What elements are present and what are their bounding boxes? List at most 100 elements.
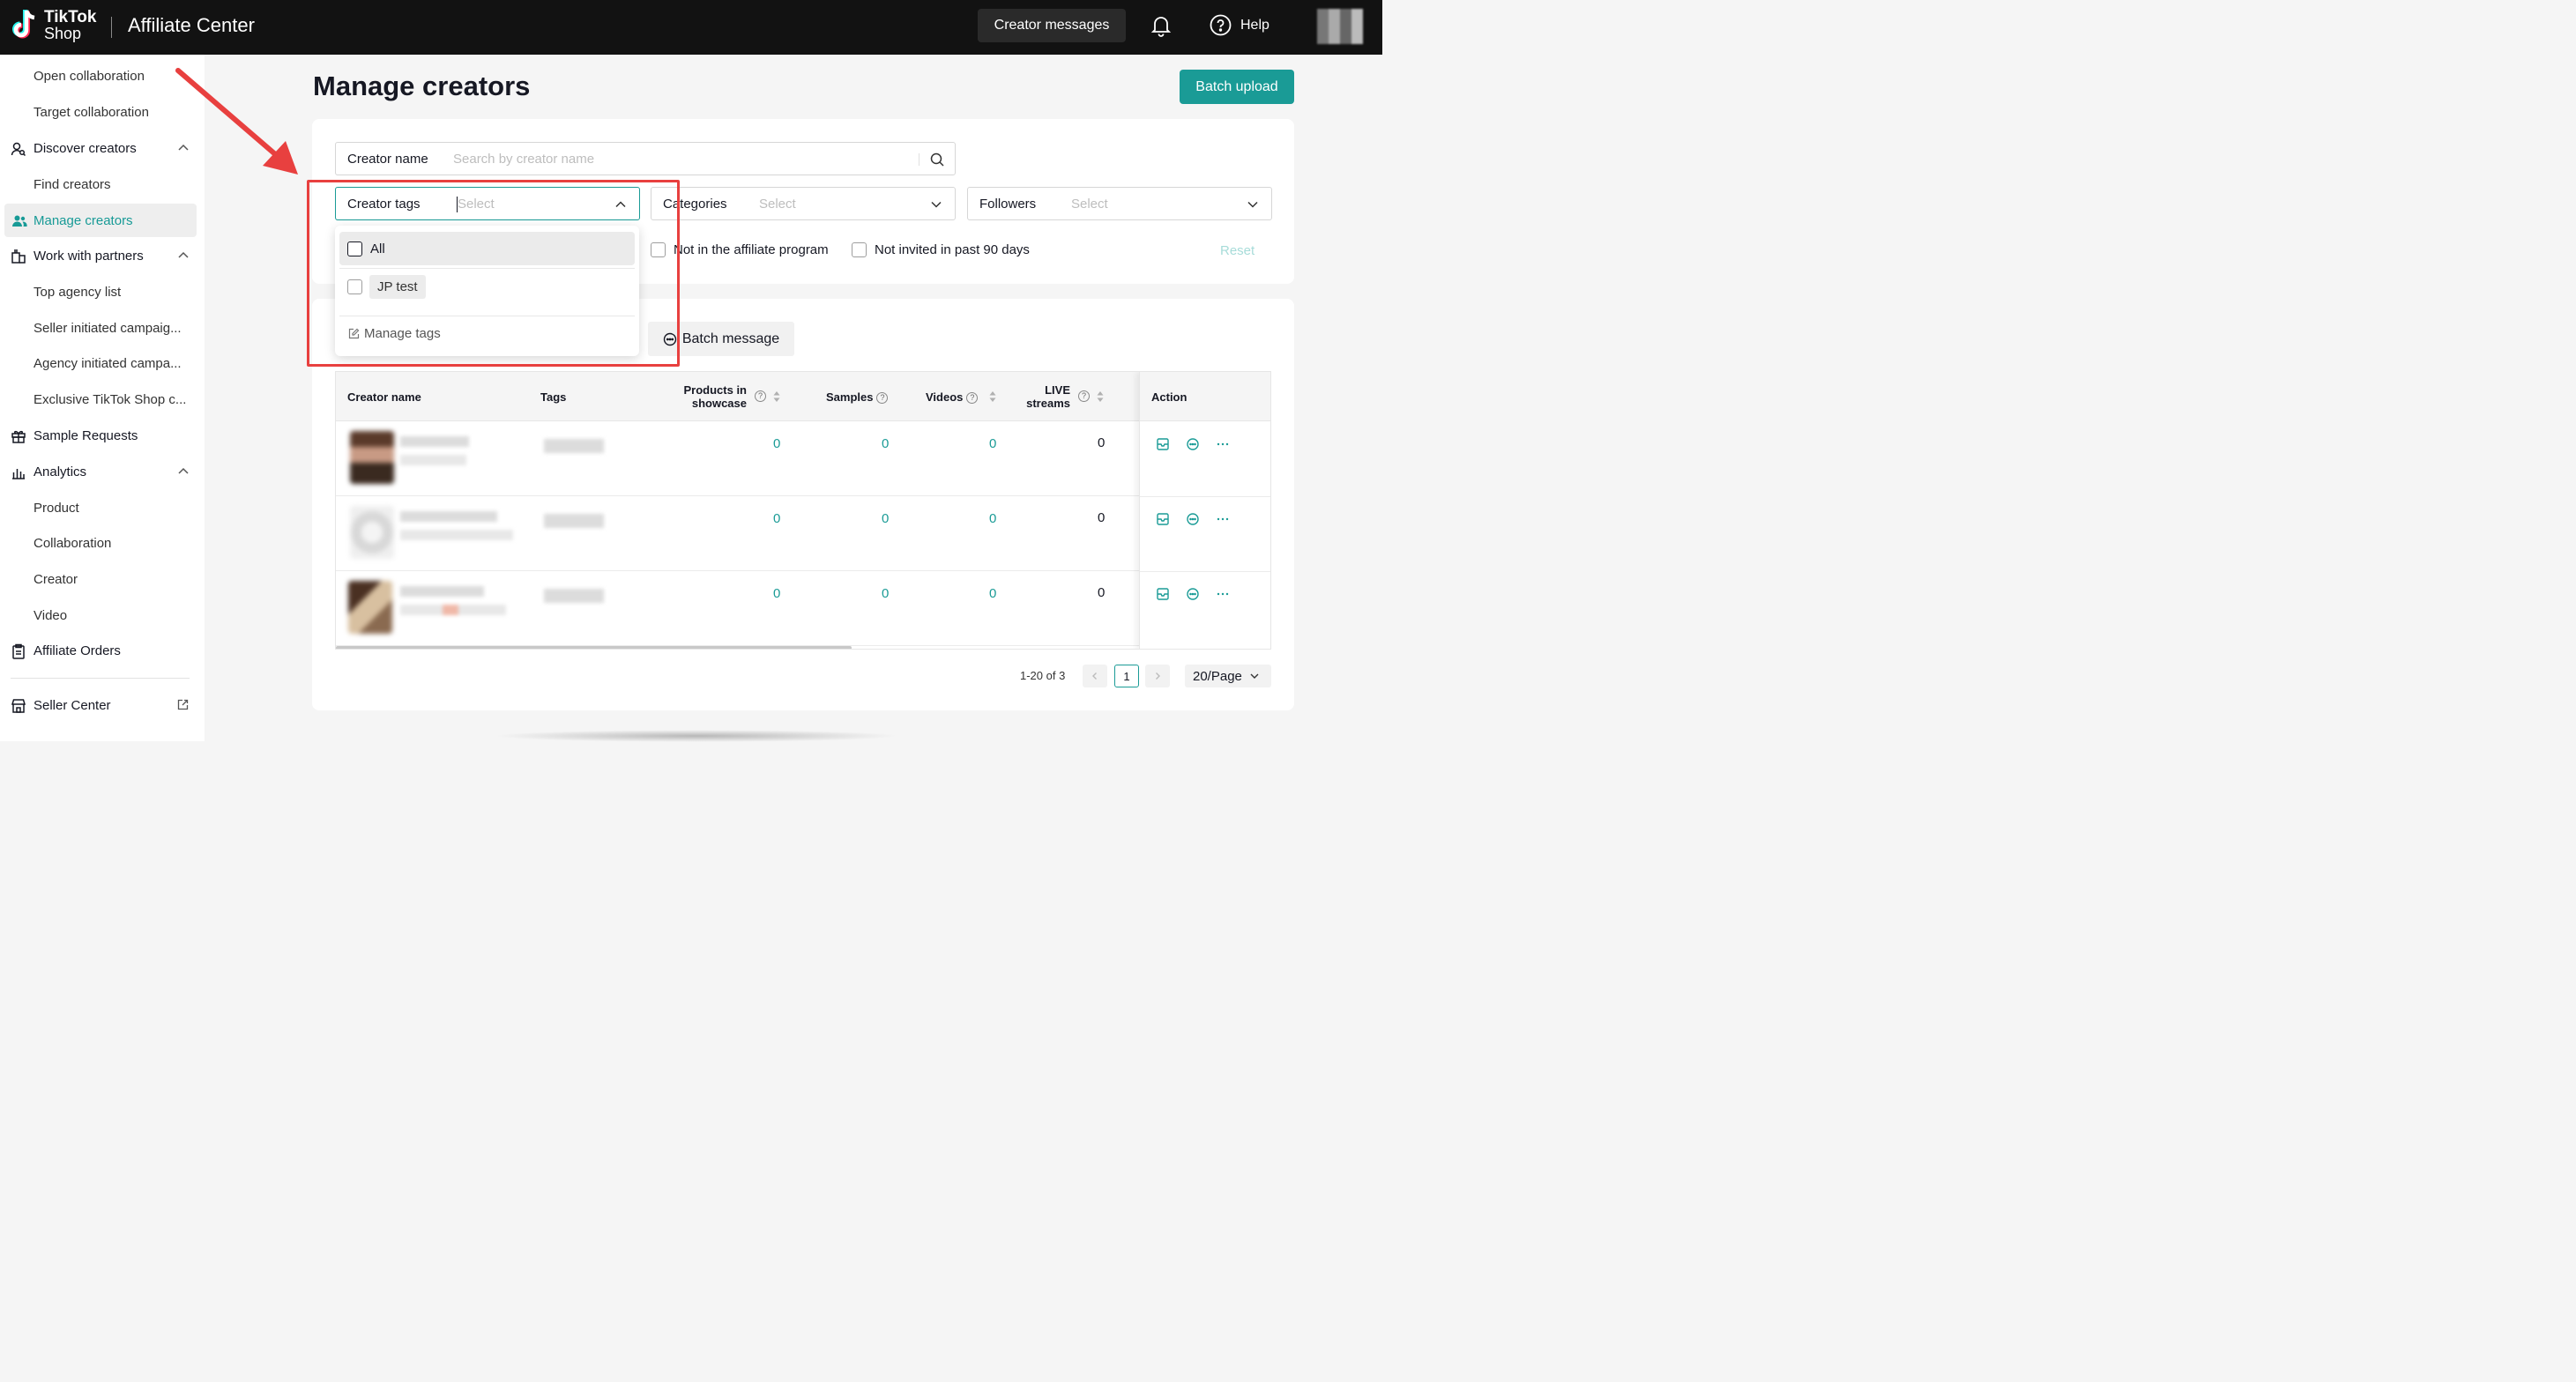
reset-button[interactable]: Reset <box>1220 243 1254 258</box>
next-page-button[interactable] <box>1145 665 1170 687</box>
creator-avatar[interactable] <box>348 581 392 634</box>
live-count: 0 <box>1098 510 1106 525</box>
tiktok-shop-logo[interactable]: TikTok Shop <box>11 8 96 43</box>
sidebar-item-creator[interactable]: Creator <box>0 562 205 596</box>
users-icon <box>12 215 27 227</box>
samples-count[interactable]: 0 <box>882 586 889 601</box>
creator-name-input[interactable]: Search by creator name <box>453 152 594 167</box>
table-header: Creator name Tags Products in showcase ?… <box>336 372 1270 421</box>
categories-select[interactable]: Categories Select <box>651 187 956 220</box>
creator-handle-blurred <box>400 605 506 615</box>
clipboard-icon <box>12 643 25 659</box>
table-row[interactable]: 0 0 0 0 <box>336 496 1270 571</box>
logo-text-shop: Shop <box>44 25 82 42</box>
prev-page-button[interactable] <box>1083 665 1107 687</box>
sidebar-item-seller-center[interactable]: Seller Center <box>0 688 205 722</box>
batch-upload-button[interactable]: Batch upload <box>1180 70 1294 104</box>
logo-text-tiktok: TikTok <box>44 8 97 26</box>
header-divider <box>111 17 112 38</box>
col-products-in-showcase[interactable]: Products in showcase <box>676 383 747 410</box>
action-column: Action <box>1139 372 1270 649</box>
videos-count[interactable]: 0 <box>989 436 996 451</box>
help-link[interactable]: Help <box>1210 14 1269 36</box>
search-icon[interactable] <box>930 152 944 167</box>
tag-blurred <box>544 514 604 528</box>
chevron-up-icon <box>178 467 189 474</box>
info-icon[interactable]: ? <box>876 392 889 405</box>
col-creator-name: Creator name <box>347 390 421 404</box>
creator-name-blurred[interactable] <box>400 436 469 447</box>
samples-count[interactable]: 0 <box>882 436 889 451</box>
top-bar: TikTok Shop Affiliate Center Creator mes… <box>0 0 1382 55</box>
creator-name-blurred[interactable] <box>400 586 484 597</box>
page-button-current[interactable]: 1 <box>1114 665 1139 687</box>
followers-select[interactable]: Followers Select <box>967 187 1272 220</box>
sidebar-item-analytics[interactable]: Analytics <box>0 455 205 488</box>
creator-name-blurred[interactable] <box>400 511 497 522</box>
invite-icon[interactable] <box>1156 512 1170 526</box>
sort-icon[interactable] <box>1097 390 1104 403</box>
annotation-highlight-box <box>307 180 680 367</box>
videos-count[interactable]: 0 <box>989 586 996 601</box>
sidebar-item-manage-creators[interactable]: Manage creators <box>4 204 197 237</box>
videos-count[interactable]: 0 <box>989 511 996 526</box>
external-link-icon[interactable] <box>177 699 189 710</box>
sidebar-item-agency-initiated-campaigns[interactable]: Agency initiated campa... <box>0 346 205 380</box>
samples-count[interactable]: 0 <box>882 511 889 526</box>
sidebar-divider <box>11 678 190 679</box>
bell-icon[interactable] <box>1150 14 1173 37</box>
checkbox-box[interactable] <box>852 242 867 257</box>
products-count[interactable]: 0 <box>773 511 780 526</box>
sidebar-item-collaboration[interactable]: Collaboration <box>0 526 205 560</box>
products-count[interactable]: 0 <box>773 436 780 451</box>
invite-icon[interactable] <box>1156 437 1170 451</box>
more-icon[interactable] <box>1216 437 1230 451</box>
horizontal-scrollbar[interactable] <box>336 646 852 649</box>
sidebar-item-seller-initiated-campaigns[interactable]: Seller initiated campaig... <box>0 311 205 345</box>
gift-icon <box>11 430 26 443</box>
sidebar-item-sample-requests[interactable]: Sample Requests <box>0 419 205 452</box>
sidebar-item-top-agency-list[interactable]: Top agency list <box>0 275 205 308</box>
help-icon <box>1210 14 1232 36</box>
more-icon[interactable] <box>1216 512 1230 526</box>
bar-chart-icon <box>12 469 25 479</box>
creator-messages-button[interactable]: Creator messages <box>978 9 1126 42</box>
col-live-streams[interactable]: LIVE streams <box>1017 383 1070 410</box>
chevron-down-icon <box>931 201 942 208</box>
bottom-shadow <box>494 730 899 742</box>
info-icon[interactable]: ? <box>755 390 766 402</box>
tag-blurred <box>544 589 604 603</box>
creator-name-search[interactable]: Creator name Search by creator name <box>335 142 956 175</box>
page-size-select[interactable]: 20/Page <box>1185 665 1271 687</box>
sidebar-item-work-with-partners[interactable]: Work with partners <box>0 239 205 272</box>
building-icon <box>11 249 26 264</box>
creator-avatar[interactable] <box>350 431 394 484</box>
message-icon[interactable] <box>1186 512 1200 526</box>
help-label: Help <box>1240 17 1269 33</box>
page-size-label: 20/Page <box>1193 668 1242 684</box>
creator-avatar[interactable] <box>350 506 394 559</box>
sort-icon[interactable] <box>773 390 780 403</box>
sidebar-item-video[interactable]: Video <box>0 598 205 632</box>
chevron-right-icon <box>1156 672 1160 680</box>
sort-icon[interactable] <box>989 390 996 403</box>
not-invited-90-days-checkbox[interactable]: Not invited in past 90 days <box>852 242 1030 257</box>
user-avatar[interactable] <box>1317 9 1363 44</box>
sidebar-item-exclusive-tiktok-shop[interactable]: Exclusive TikTok Shop c... <box>0 383 205 416</box>
products-count[interactable]: 0 <box>773 586 780 601</box>
table-row[interactable]: 0 0 0 0 <box>336 421 1270 496</box>
followers-label: Followers <box>979 197 1037 212</box>
table-row[interactable]: 0 0 0 0 <box>336 571 1270 646</box>
info-icon[interactable]: ? <box>1078 390 1090 402</box>
pagination-info: 1-20 of 3 <box>1020 669 1066 682</box>
message-icon[interactable] <box>1186 587 1200 601</box>
more-icon[interactable] <box>1216 587 1230 601</box>
message-icon[interactable] <box>1186 437 1200 451</box>
creator-handle-blurred <box>400 455 466 465</box>
sidebar-item-affiliate-orders[interactable]: Affiliate Orders <box>0 634 205 667</box>
sidebar-item-product[interactable]: Product <box>0 491 205 524</box>
app-title: Affiliate Center <box>128 14 255 36</box>
info-icon[interactable]: ? <box>966 392 979 405</box>
col-action: Action <box>1151 390 1187 404</box>
invite-icon[interactable] <box>1156 587 1170 601</box>
